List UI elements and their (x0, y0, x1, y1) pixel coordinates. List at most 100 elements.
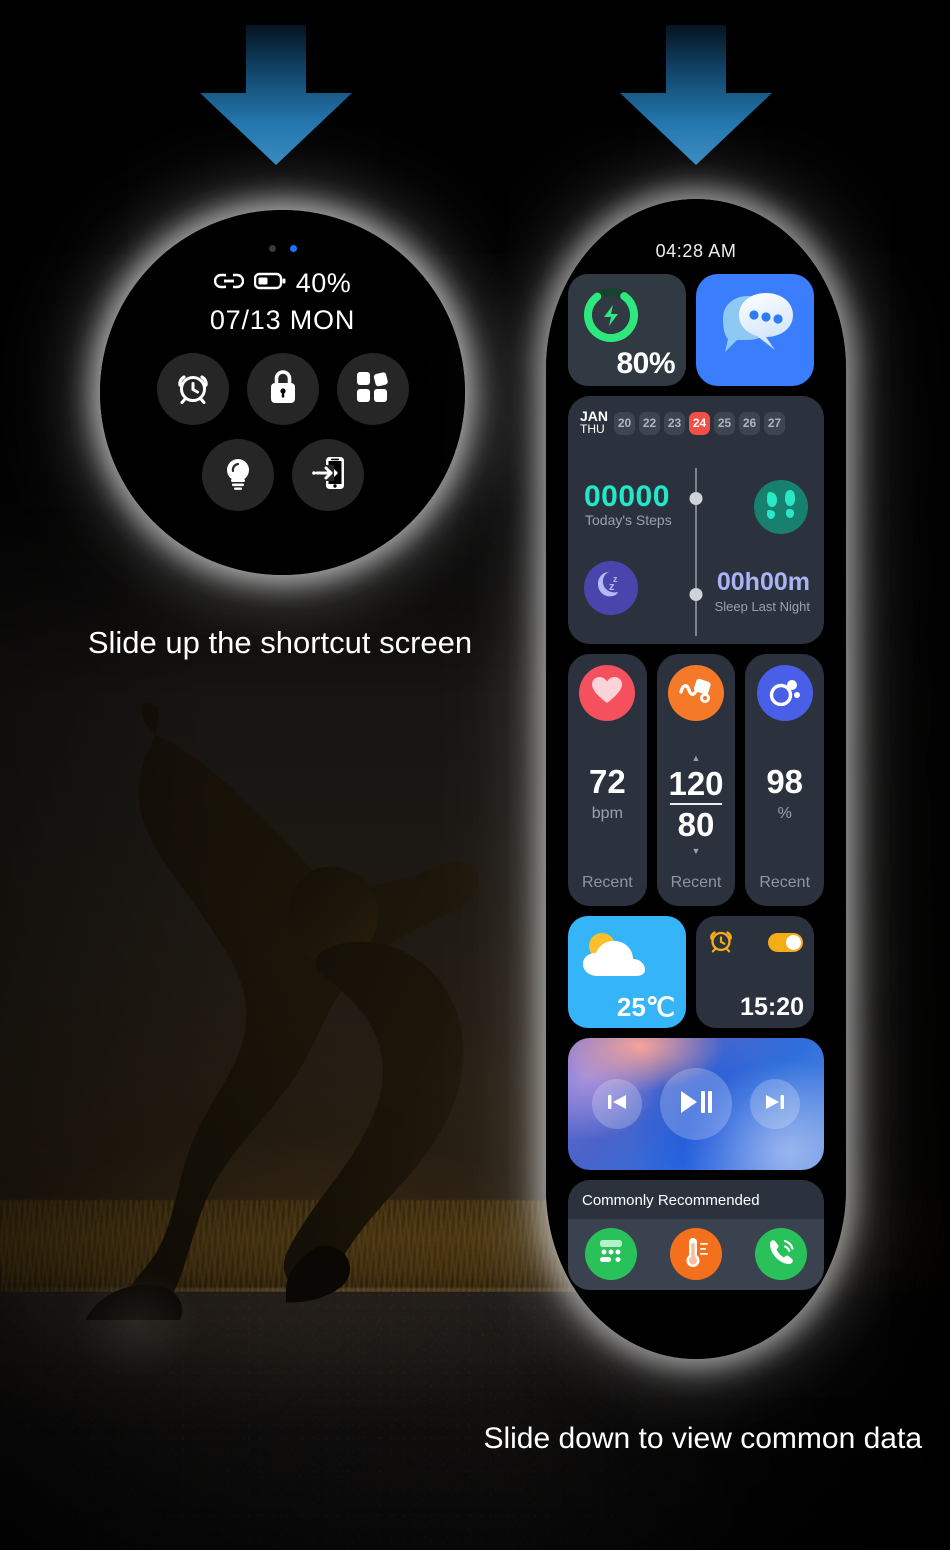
alarm-clock-icon (174, 368, 212, 411)
steps-value: 00000 (584, 480, 670, 513)
blood-oxygen-value: 98 (766, 763, 804, 800)
heart-rate-value: 72 (588, 763, 626, 800)
calendar-day-26[interactable]: 26 (739, 411, 761, 435)
systolic-value: 120 (668, 765, 724, 802)
heart-rate-widget[interactable]: 72 bpm Recent (568, 654, 647, 906)
blood-oxygen-widget[interactable]: 98 % Recent (745, 654, 825, 906)
recommended-widget[interactable]: Commonly Recommended (568, 1180, 824, 1290)
play-pause-button[interactable] (660, 1068, 732, 1140)
calendar-weekday-label: THU (580, 422, 605, 436)
sleep-moon-icon: z z (595, 570, 627, 607)
page-dot-1 (268, 245, 276, 252)
shortcut-row-2 (100, 439, 465, 511)
music-player-widget[interactable] (568, 1038, 824, 1170)
sleep-icon-circle: z z (584, 561, 638, 615)
thermometer-icon (681, 1236, 711, 1273)
calculator-app-button[interactable] (584, 1228, 637, 1280)
messages-widget[interactable] (696, 274, 814, 386)
calendar-day-list: 20 22 23 24 25 26 27 (614, 411, 786, 435)
heart-icon-circle (579, 665, 636, 721)
clock-label: 04:28 AM (655, 241, 737, 261)
music-controls (568, 1038, 824, 1170)
round-watch-screen[interactable]: 40% 07/13 MON (100, 210, 465, 575)
shortcut-alarm-button[interactable] (156, 353, 229, 425)
blood-oxygen-status: Recent (759, 874, 811, 891)
svg-text:z: z (609, 581, 615, 593)
temperature-value: 25℃ (616, 992, 675, 1022)
battery-widget[interactable]: 80% (568, 274, 686, 386)
date-label: 07/13 MON (209, 305, 356, 335)
down-arrow-icon-right (620, 25, 772, 165)
calendar-day-23[interactable]: 23 (664, 411, 686, 435)
sun-cloud-icon (578, 926, 654, 991)
capsule-watch-device[interactable]: 04:28 AM 80% JAN THU 20 22 23 24 25 26 2… (546, 199, 846, 1359)
next-track-button[interactable] (750, 1079, 800, 1129)
blood-oxygen-icon-circle (756, 665, 813, 721)
calendar-day-20[interactable]: 20 (614, 411, 636, 435)
phone-call-icon (766, 1237, 796, 1272)
steps-label: Today's Steps (585, 512, 672, 528)
calendar-day-27[interactable]: 27 (764, 411, 786, 435)
blood-pressure-icon-circle (668, 665, 724, 721)
health-metrics-row: 72 bpm Recent ▲ 120 80 ▼ Recent 98 % Rec… (568, 654, 825, 906)
alarm-widget[interactable]: 15:20 (696, 916, 814, 1028)
weather-alarm-row: 25℃ 15:20 (568, 916, 824, 1028)
play-pause-icon (679, 1089, 713, 1120)
skip-previous-icon (606, 1092, 628, 1117)
page-indicator-dots (100, 245, 465, 252)
shortcut-brightness-button[interactable] (201, 439, 274, 511)
calendar-day-22[interactable]: 22 (639, 411, 661, 435)
shortcut-find-phone-button[interactable] (291, 439, 364, 511)
down-arrow-icon-left (200, 25, 352, 165)
sleep-label: Sleep Last Night (714, 599, 810, 614)
calendar-month-weekday: JAN THU (580, 409, 608, 436)
diastolic-value: 80 (677, 806, 715, 843)
battery-percent-label: 40% (295, 268, 352, 298)
alarm-header (696, 916, 814, 959)
battery-percent-value: 80% (616, 347, 675, 380)
activity-knob-bottom (689, 588, 703, 601)
phone-app-button[interactable] (755, 1228, 808, 1280)
chat-bubbles-icon (713, 288, 797, 373)
battery-ring (580, 284, 642, 351)
shortcut-row-1 (100, 353, 465, 425)
capsule-watch-screen[interactable]: 04:28 AM 80% JAN THU 20 22 23 24 25 26 2… (546, 199, 846, 1359)
lock-icon (266, 368, 300, 411)
battery-messages-row: 80% (568, 274, 824, 386)
heart-rate-status: Recent (581, 874, 633, 891)
sleep-value: 00h00m (716, 568, 810, 596)
previous-track-button[interactable] (592, 1079, 642, 1129)
status-bar: 40% (100, 268, 465, 299)
heart-icon (591, 676, 623, 710)
weather-widget[interactable]: 25℃ (568, 916, 686, 1028)
thermometer-app-button[interactable] (669, 1228, 722, 1280)
calculator-icon (596, 1237, 626, 1272)
recommended-app-list (568, 1219, 824, 1290)
shortcut-grid (100, 353, 465, 511)
battery-icon (253, 271, 286, 296)
find-phone-icon (309, 454, 347, 497)
calendar-row: JAN THU 20 22 23 24 25 26 27 (580, 409, 812, 436)
alarm-clock-icon (707, 926, 735, 959)
skip-next-icon (764, 1092, 786, 1117)
link-icon (213, 271, 244, 296)
blood-oxygen-icon (769, 676, 801, 711)
calendar-day-24[interactable]: 24 (689, 411, 711, 435)
heart-rate-unit: bpm (591, 805, 623, 822)
blood-oxygen-unit: % (777, 805, 792, 822)
blood-pressure-icon (679, 675, 713, 712)
footprints-icon (766, 489, 796, 526)
shortcut-apps-button[interactable] (336, 353, 409, 425)
apps-grid-icon (355, 369, 391, 410)
footprints-icon-circle (754, 480, 808, 534)
alarm-time-value: 15:20 (740, 993, 804, 1021)
recommended-title: Commonly Recommended (582, 1192, 760, 1209)
bp-up-arrow-icon: ▲ (691, 753, 701, 763)
round-watch-device[interactable]: 40% 07/13 MON (100, 210, 465, 575)
alarm-toggle-switch[interactable] (768, 933, 803, 952)
activity-widget[interactable]: JAN THU 20 22 23 24 25 26 27 00000 Today's Ste… (568, 396, 824, 644)
calendar-day-25[interactable]: 25 (714, 411, 736, 435)
shortcut-lock-button[interactable] (246, 353, 319, 425)
blood-pressure-widget[interactable]: ▲ 120 80 ▼ Recent (656, 654, 736, 906)
caption-slide-up: Slide up the shortcut screen (87, 625, 473, 660)
